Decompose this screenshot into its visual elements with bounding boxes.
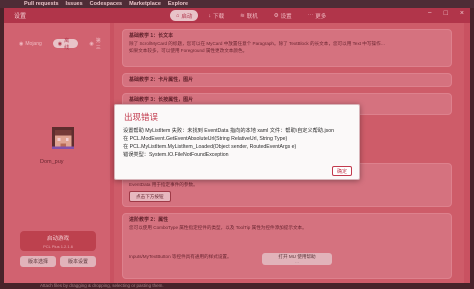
error-line: 在 PCL.ModEvent.GetEventAbsoluteUrl(Strin… <box>123 136 288 142</box>
error-dialog: 出现错误 设置帮助 MyListItem 失败：未找到 EventData 指向… <box>114 104 360 180</box>
error-line: 错误类型：System.IO.FileNotFoundException <box>123 152 229 158</box>
dialog-title: 出现错误 <box>124 112 159 122</box>
error-line: 在 PCL.MyListItem.MyListItem_Loaded(Objec… <box>123 144 297 150</box>
ok-button[interactable]: 确定 <box>332 166 352 176</box>
dialog-message: 设置帮助 MyListItem 失败：未找到 EventData 指向的本地 x… <box>123 127 351 159</box>
error-line: 设置帮助 MyListItem 失败：未找到 EventData 指向的本地 x… <box>123 128 334 134</box>
